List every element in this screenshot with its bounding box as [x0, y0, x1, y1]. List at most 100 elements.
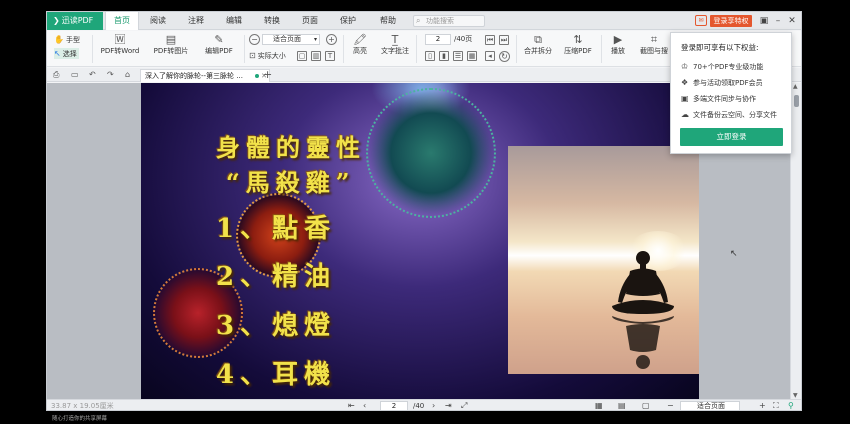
menu-read[interactable]: 阅读 — [143, 12, 173, 30]
actual-size-icon: ⊡ — [249, 51, 256, 60]
first-page-icon[interactable]: ⏮ — [485, 35, 495, 45]
merge-split-button[interactable]: ⧉ 合并拆分 — [521, 33, 555, 56]
message-icon[interactable]: ✉ — [695, 15, 707, 26]
search-placeholder: 功能搜索 — [426, 17, 454, 25]
page-layout-icon[interactable]: ▦ — [595, 400, 603, 410]
screenshot-search-button[interactable]: ⌗ 截图与搜 — [639, 33, 669, 56]
play-icon: ▶ — [613, 33, 623, 46]
menu-home[interactable]: 首页 — [105, 12, 139, 30]
login-now-button[interactable]: 立即登录 — [680, 128, 783, 146]
compress-pdf-label: 压缩PDF — [564, 47, 592, 55]
zoom-in-icon[interactable]: + — [326, 34, 337, 45]
text-select-icon[interactable]: T — [325, 51, 335, 61]
slide-heading: 身體的靈性 — [216, 133, 366, 162]
skin-icon[interactable]: ▣ — [757, 13, 771, 29]
meditation-photo — [508, 146, 699, 374]
continuous-page-icon[interactable]: ☰ — [453, 51, 463, 61]
status-page-total: /40 — [413, 402, 425, 410]
status-page-input[interactable]: 2 — [380, 401, 408, 410]
menu-edit[interactable]: 编辑 — [219, 12, 249, 30]
slide-item-4: 4、耳機 — [216, 360, 337, 390]
gift-icon: ❖ — [681, 78, 689, 87]
compress-icon: ⇅ — [573, 33, 583, 46]
feature-search-input[interactable]: ⌕ 功能搜索 — [413, 15, 485, 27]
menu-protect[interactable]: 保护 — [333, 12, 363, 30]
benefit-item: ☁ 文件备份云空间、分享文件 — [681, 109, 781, 125]
last-page-icon[interactable]: ⇥ — [445, 400, 452, 410]
menu-page[interactable]: 页面 — [295, 12, 325, 30]
zoom-out-icon[interactable]: − — [249, 34, 260, 45]
edit-pdf-button[interactable]: ✎ 编辑PDF — [199, 33, 239, 56]
status-zoom-out-icon[interactable]: − — [667, 400, 674, 410]
next-page-icon[interactable]: › — [432, 400, 435, 410]
prev-view-icon[interactable]: ◂ — [485, 51, 495, 61]
play-button[interactable]: ▶ 播放 — [605, 33, 631, 56]
benefit-item: ♔ 70+个PDF专业级功能 — [681, 61, 781, 77]
read-mode-icon[interactable]: ▢ — [642, 400, 650, 410]
scrollbar-thumb[interactable] — [794, 95, 799, 107]
status-zoom-select[interactable]: 适合页面 — [680, 401, 740, 410]
select-tool-label: 选择 — [62, 50, 77, 58]
toolbar-divider — [244, 35, 245, 63]
benefit-item: ▣ 多端文件同步与协作 — [681, 93, 781, 109]
hand-tool-label: 手型 — [65, 36, 80, 44]
actual-size-button[interactable]: ⊡ 实际大小 — [249, 50, 286, 61]
zoom-select[interactable]: 适合页面 ▾ — [262, 34, 320, 45]
menu-convert[interactable]: 转换 — [257, 12, 287, 30]
toolbar-divider — [516, 35, 517, 63]
hand-tool[interactable]: ✋ 手型 — [54, 34, 80, 45]
cover-page-icon[interactable]: ▦ — [467, 51, 477, 61]
text-comment-label: 文字批注 — [381, 47, 409, 55]
pin-icon[interactable]: ⚲ — [788, 400, 794, 410]
highlight-label: 高亮 — [353, 47, 367, 55]
close-icon[interactable]: ✕ — [785, 13, 799, 29]
toolbar-divider — [343, 35, 344, 63]
single-page-icon[interactable]: ▯ — [425, 51, 435, 61]
pdf-to-image-label: PDF转图片 — [153, 47, 189, 55]
prev-page-icon[interactable]: ‹ — [363, 400, 366, 410]
last-page-icon[interactable]: ⏭ — [499, 35, 509, 45]
view-mode-icon[interactable]: ▤ — [618, 400, 626, 410]
undo-icon[interactable]: ↶ — [89, 69, 96, 81]
fit-page-icon[interactable]: ▢ — [297, 51, 307, 61]
menu-annotate[interactable]: 注释 — [181, 12, 211, 30]
fit-width-icon[interactable]: ▥ — [311, 51, 321, 61]
text-comment-button[interactable]: T̲ 文字批注 — [378, 33, 412, 56]
redo-icon[interactable]: ↷ — [107, 69, 114, 81]
scroll-up-icon[interactable]: ▲ — [793, 83, 798, 90]
pdf-to-word-label: PDF转Word — [100, 47, 140, 55]
pdf-reader-window: ❯ 迅读PDF 首页 阅读 注释 编辑 转换 页面 保护 帮助 ⌕ 功能搜索 ✉ 登… — [46, 11, 802, 411]
page-number-input[interactable]: 2 — [425, 34, 451, 45]
home-icon[interactable]: ⌂ — [125, 69, 130, 81]
rotate-icon[interactable]: ↻ — [499, 51, 510, 62]
save-icon[interactable]: ▭ — [71, 69, 79, 81]
unsaved-dot-icon — [255, 74, 259, 78]
compress-pdf-button[interactable]: ⇅ 压缩PDF — [561, 33, 595, 56]
menu-help[interactable]: 帮助 — [373, 12, 403, 30]
logo-icon: ❯ — [53, 16, 60, 25]
fullscreen-icon[interactable]: ⤢ — [461, 400, 467, 410]
scroll-down-icon[interactable]: ▼ — [793, 392, 798, 399]
select-tool[interactable]: ↖ 选择 — [54, 48, 79, 59]
edit-icon: ✎ — [214, 33, 224, 46]
page-total-label: /40页 — [454, 35, 473, 43]
vip-login-button[interactable]: 登录享特权 — [710, 15, 752, 27]
minimize-icon[interactable]: – — [771, 13, 785, 29]
highlight-button[interactable]: 🖍 高亮 — [347, 33, 373, 56]
app-logo[interactable]: ❯ 迅读PDF — [47, 12, 103, 30]
first-page-icon[interactable]: ⇤ — [348, 400, 355, 410]
pdf-to-image-button[interactable]: ▤ PDF转图片 — [149, 33, 193, 56]
pdf-to-word-button[interactable]: 🅆 PDF转Word — [98, 33, 142, 56]
document-tab[interactable]: 深入了解你的脉轮--第三脉轮 ... ✕ — [140, 69, 270, 82]
status-zoom-in-icon[interactable]: + — [759, 400, 766, 410]
sync-icon: ▣ — [681, 94, 689, 103]
print-icon[interactable]: ⎙ — [53, 69, 59, 81]
fit-icon[interactable]: ⛶ — [773, 400, 779, 410]
app-name: 迅读PDF — [61, 16, 94, 25]
cursor-icon: ↖ — [54, 49, 61, 58]
new-tab-icon[interactable]: + — [263, 68, 272, 81]
status-bar: 33.87 x 19.05厘米 ⇤ ‹ 2 /40 › ⇥ ⤢ ▦ ▤ ▢ − … — [47, 399, 801, 410]
double-page-icon[interactable]: ▮ — [439, 51, 449, 61]
highlighter-icon: 🖍 — [353, 33, 367, 46]
toolbar-divider — [92, 35, 93, 63]
